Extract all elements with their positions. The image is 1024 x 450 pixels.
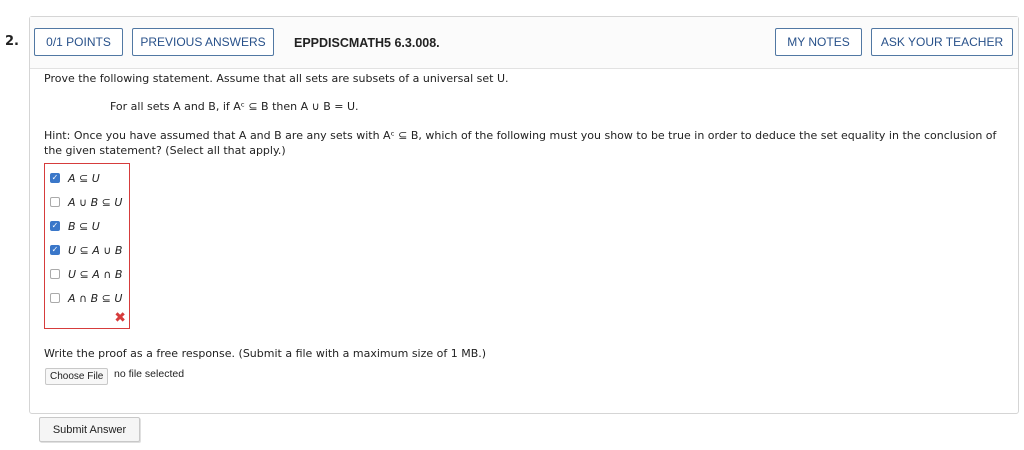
previous-answers-button[interactable]: PREVIOUS ANSWERS: [132, 28, 274, 56]
answer-option[interactable]: A ∩ B ⊆ U: [50, 291, 122, 305]
answer-checkbox[interactable]: [50, 197, 60, 207]
question-header: 0/1 POINTS PREVIOUS ANSWERS EPPDISCMATH5…: [30, 17, 1018, 69]
question-number: 2.: [5, 34, 19, 49]
statement-text: For all sets A and B, if Aᶜ ⊆ B then A ∪…: [110, 100, 359, 113]
answer-options-box: ✖ A ⊆ U A ∪ B ⊆ U B ⊆ U U ⊆ A ∪ B U ⊆ A ∩ B A…: [44, 163, 130, 329]
answer-option[interactable]: A ⊆ U: [50, 171, 100, 185]
hint-text-line-1: Hint: Once you have assumed that A and B…: [44, 129, 997, 142]
my-notes-button[interactable]: MY NOTES: [775, 28, 862, 56]
close-icon: ✖: [114, 310, 126, 326]
question-id: EPPDISCMATH5 6.3.008.: [294, 36, 440, 50]
answer-option-label: A ⊆ U: [68, 171, 100, 185]
submit-answer-button[interactable]: Submit Answer: [39, 417, 140, 442]
answer-option[interactable]: U ⊆ A ∪ B: [50, 243, 122, 257]
hint-text-line-2: the given statement? (Select all that ap…: [44, 144, 286, 157]
ask-teacher-button[interactable]: ASK YOUR TEACHER: [871, 28, 1013, 56]
answer-option-label: U ⊆ A ∩ B: [68, 267, 123, 281]
answer-checkbox[interactable]: [50, 269, 60, 279]
answer-checkbox[interactable]: [50, 245, 60, 255]
answer-option-label: A ∩ B ⊆ U: [68, 291, 123, 305]
answer-checkbox[interactable]: [50, 293, 60, 303]
answer-option-label: B ⊆ U: [68, 219, 100, 233]
free-response-instruction: Write the proof as a free response. (Sub…: [44, 347, 487, 360]
points-button[interactable]: 0/1 POINTS: [34, 28, 123, 56]
answer-option[interactable]: A ∪ B ⊆ U: [50, 195, 122, 209]
answer-option-label: A ∪ B ⊆ U: [68, 195, 123, 209]
answer-option[interactable]: B ⊆ U: [50, 219, 100, 233]
answer-checkbox[interactable]: [50, 221, 60, 231]
answer-option-label: U ⊆ A ∪ B: [68, 243, 123, 257]
answer-checkbox[interactable]: [50, 173, 60, 183]
question-card: 0/1 POINTS PREVIOUS ANSWERS EPPDISCMATH5…: [29, 16, 1019, 414]
choose-file-button[interactable]: Choose File: [45, 368, 109, 385]
file-status: no file selected: [114, 368, 185, 380]
answer-option[interactable]: U ⊆ A ∩ B: [50, 267, 122, 281]
prompt-text: Prove the following statement. Assume th…: [44, 72, 509, 85]
